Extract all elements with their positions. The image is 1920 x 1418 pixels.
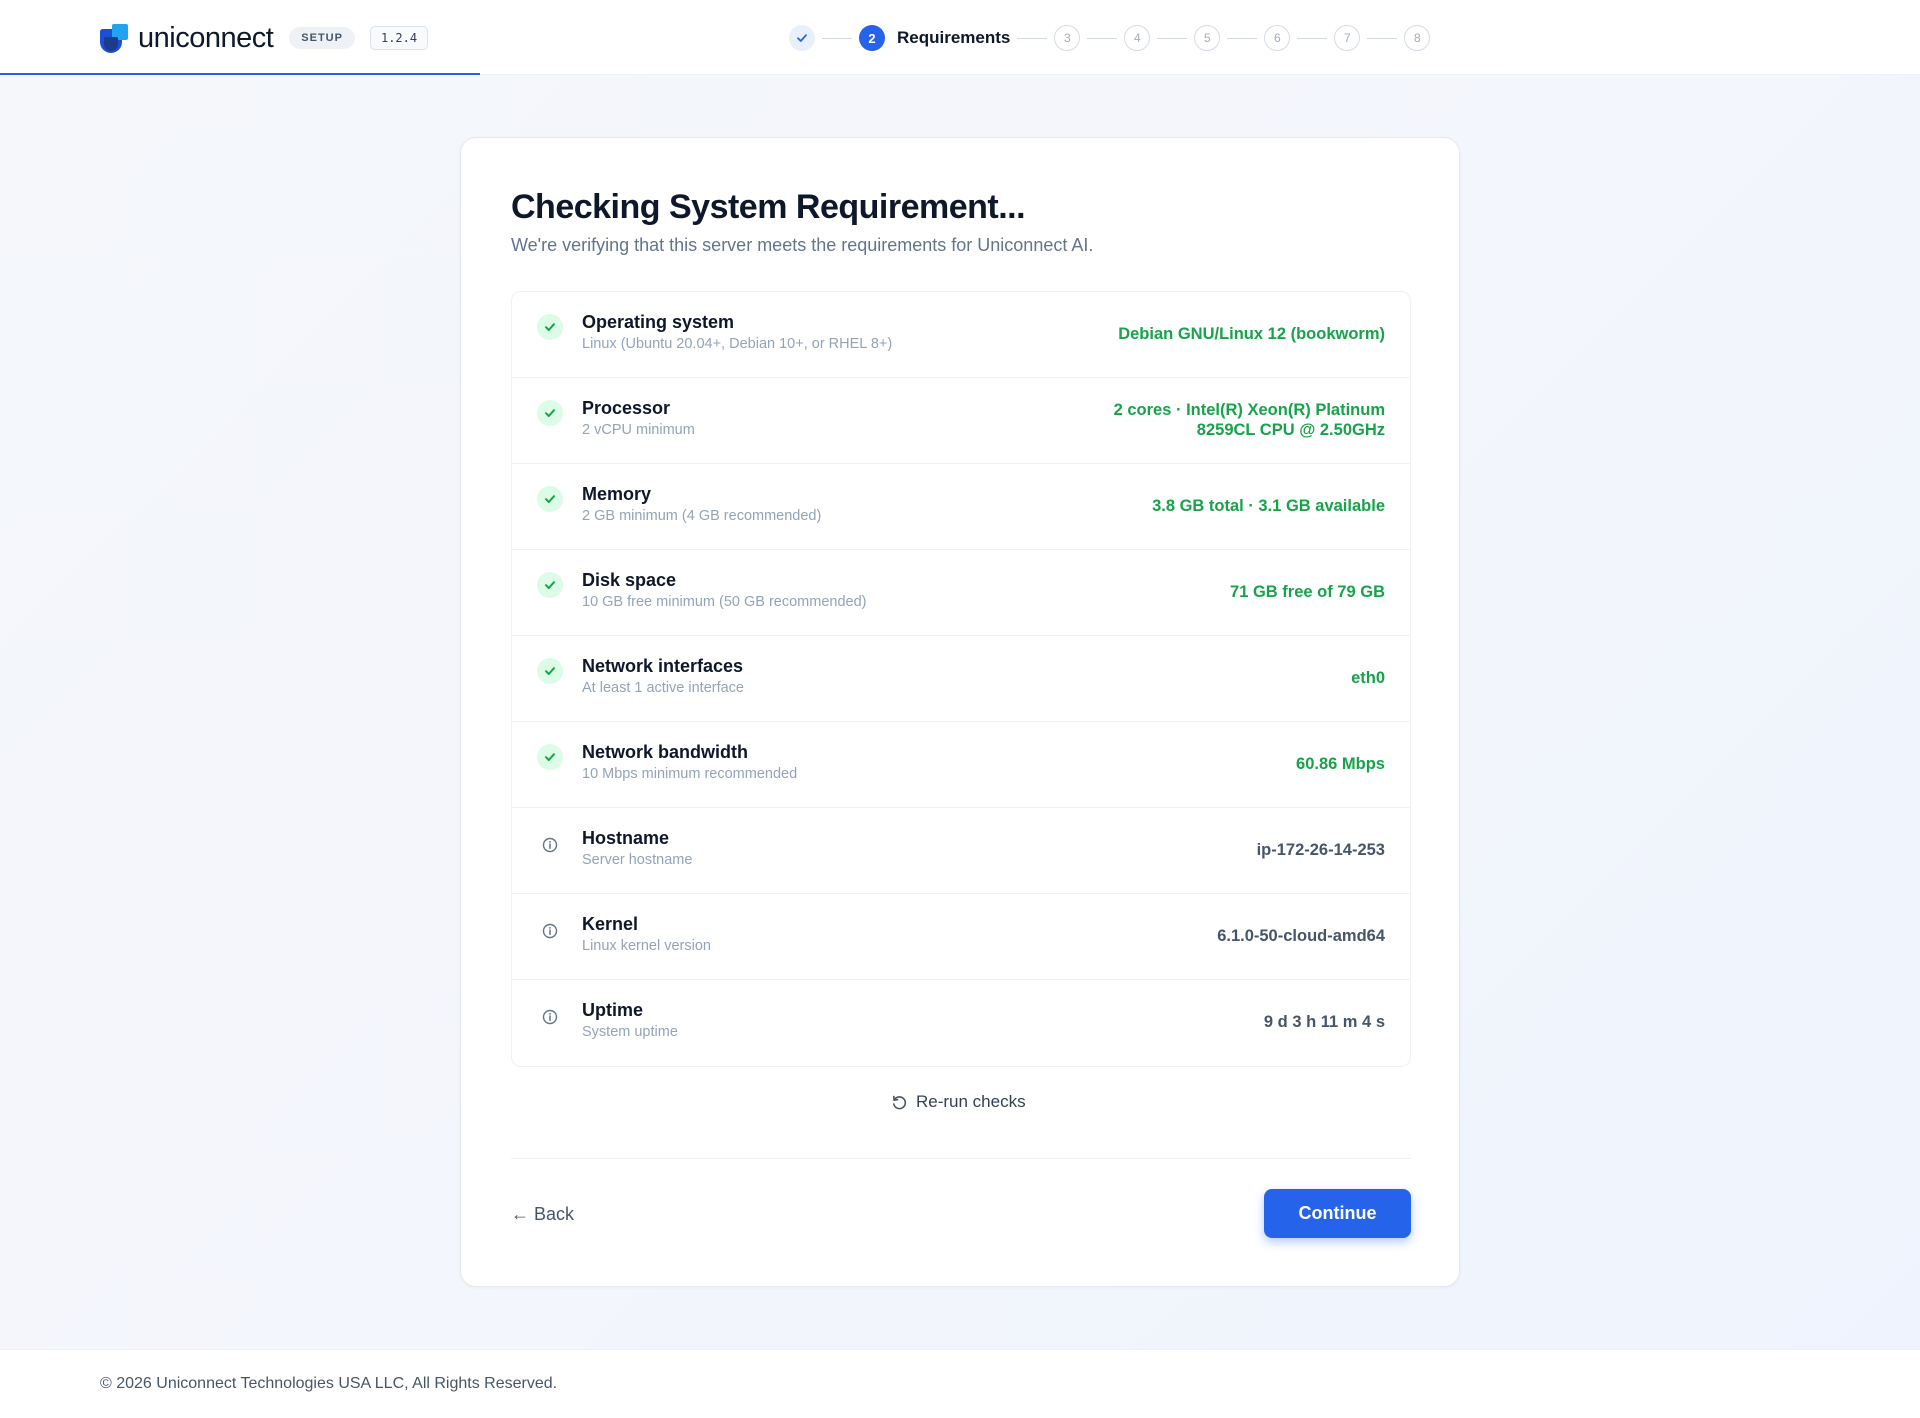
requirement-description: Linux kernel version (582, 938, 711, 954)
step-2-label: Requirements (897, 28, 1011, 47)
requirement-row-processor: Processor 2 vCPU minimum 2 cores · Intel… (512, 378, 1410, 464)
requirement-description: System uptime (582, 1024, 678, 1040)
requirement-row-hostname: Hostname Server hostname ip-172-26-14-25… (512, 808, 1410, 894)
requirement-value: 3.8 GB total · 3.1 GB available (1152, 497, 1385, 515)
step-5-pending: 5 (1194, 25, 1221, 51)
page-subtitle: We're verifying that this server meets t… (511, 235, 1094, 255)
check-circle-icon (537, 486, 563, 512)
requirement-row-network-interfaces: Network interfaces At least 1 active int… (512, 636, 1410, 722)
requirement-value: 6.1.0-50-cloud-amd64 (1217, 927, 1385, 945)
check-circle-icon (537, 400, 563, 426)
setup-badge: SETUP (289, 27, 355, 49)
requirement-description: 2 GB minimum (4 GB recommended) (582, 508, 822, 524)
step-connector (822, 37, 852, 39)
check-circle-icon (537, 314, 563, 340)
info-icon (540, 921, 560, 941)
requirement-name: Network interfaces (582, 656, 744, 676)
requirement-name: Disk space (582, 570, 677, 590)
step-2-active: 2 (859, 25, 885, 51)
requirement-value: Debian GNU/Linux 12 (bookworm) (1118, 325, 1385, 343)
check-circle-icon (537, 572, 563, 598)
requirement-name: Kernel (582, 914, 639, 934)
version-badge: 1.2.4 (369, 26, 429, 50)
requirement-value: 60.86 Mbps (1296, 755, 1385, 773)
setup-progress-bar (0, 73, 480, 75)
rerun-checks-label: Re-run checks (916, 1092, 1026, 1111)
step-connector (1227, 37, 1258, 39)
requirement-description: Server hostname (582, 852, 693, 868)
brand-name: uniconnect (138, 21, 274, 54)
step-connector (1087, 37, 1118, 39)
step-4-pending: 4 (1124, 25, 1151, 51)
check-circle-icon (537, 658, 563, 684)
copyright-text: © 2026 Uniconnect Technologies USA LLC, … (100, 1375, 558, 1392)
requirements-card: Checking System Requirement... We're ver… (460, 137, 1460, 1287)
uniconnect-logo-icon (100, 22, 130, 54)
brand: uniconnect SETUP 1.2.4 (100, 21, 429, 54)
step-connector (1297, 37, 1328, 39)
check-icon (797, 34, 807, 42)
step-connector (1157, 37, 1188, 39)
setup-stepper: 2 Requirements 3 4 5 6 7 8 (789, 25, 1431, 51)
requirement-row-uptime: Uptime System uptime 9 d 3 h 11 m 4 s (512, 980, 1410, 1066)
requirement-name: Processor (582, 398, 671, 418)
requirement-description: Linux (Ubuntu 20.04+, Debian 10+, or RHE… (582, 336, 893, 352)
requirement-description: 10 Mbps minimum recommended (582, 766, 798, 782)
requirement-value: 9 d 3 h 11 m 4 s (1263, 1013, 1385, 1031)
requirements-list: Operating system Linux (Ubuntu 20.04+, D… (511, 291, 1411, 1067)
step-6-pending: 6 (1264, 25, 1291, 51)
info-icon (540, 835, 560, 855)
footer: © 2026 Uniconnect Technologies USA LLC, … (0, 1349, 1920, 1418)
info-icon (540, 1007, 560, 1027)
requirement-row-memory: Memory 2 GB minimum (4 GB recommended) 3… (512, 464, 1410, 550)
requirement-row-network-bandwidth: Network bandwidth 10 Mbps minimum recomm… (512, 722, 1410, 808)
step-1-completed[interactable] (789, 25, 815, 51)
requirement-name: Network bandwidth (582, 742, 748, 762)
requirement-description: At least 1 active interface (582, 680, 744, 696)
requirement-description: 2 vCPU minimum (582, 422, 695, 438)
top-bar: uniconnect SETUP 1.2.4 2 Requirements 3 … (0, 0, 1920, 75)
page-title: Checking System Requirement... (511, 188, 1026, 226)
requirement-description: 10 GB free minimum (50 GB recommended) (582, 594, 867, 610)
step-connector (1367, 37, 1398, 39)
requirement-name: Uptime (582, 1000, 644, 1020)
step-8-pending: 8 (1404, 25, 1431, 51)
requirement-name: Operating system (582, 312, 735, 332)
requirement-value: 71 GB free of 79 GB (1230, 583, 1385, 601)
refresh-icon (892, 1095, 907, 1109)
requirement-value: ip-172-26-14-253 (1256, 841, 1385, 859)
check-circle-icon (537, 744, 563, 770)
requirement-name: Memory (582, 484, 652, 504)
rerun-checks-button[interactable]: Re-run checks (891, 1090, 1026, 1114)
step-connector (1017, 37, 1048, 39)
requirement-value: eth0 (1351, 669, 1385, 687)
back-button[interactable]: ← Back (511, 1204, 574, 1225)
step-7-pending: 7 (1334, 25, 1361, 51)
requirement-row-kernel: Kernel Linux kernel version 6.1.0-50-clo… (512, 894, 1410, 980)
requirement-name: Hostname (582, 828, 670, 848)
requirement-row-operating-system: Operating system Linux (Ubuntu 20.04+, D… (512, 292, 1410, 378)
step-3-pending: 3 (1054, 25, 1081, 51)
divider (511, 1158, 1411, 1159)
requirement-value: 2 cores · Intel(R) Xeon(R) Platinum 8259… (1113, 401, 1385, 439)
continue-button[interactable]: Continue (1264, 1189, 1411, 1238)
requirement-row-disk-space: Disk space 10 GB free minimum (50 GB rec… (512, 550, 1410, 636)
